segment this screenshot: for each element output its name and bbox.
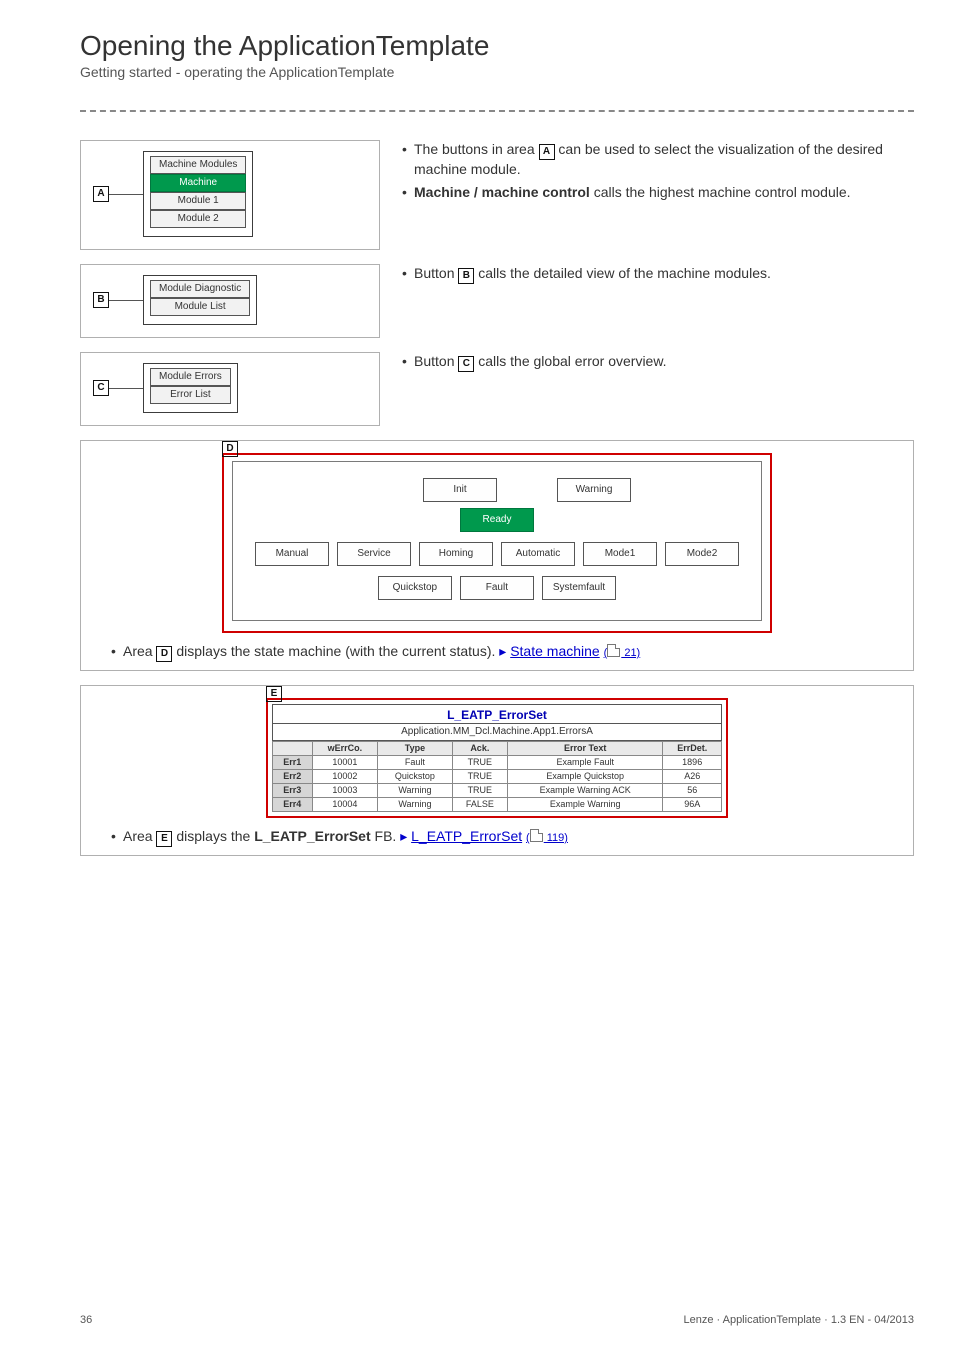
- state-homing[interactable]: Homing: [419, 542, 493, 566]
- state-fault[interactable]: Fault: [460, 576, 534, 600]
- th-errortext: Error Text: [508, 742, 663, 756]
- bullet-a1: The buttons in area A can be used to sel…: [402, 140, 914, 179]
- divider: [80, 110, 914, 112]
- legend-module-diagnostic: Module Diagnostic: [150, 280, 250, 298]
- th-rowlabel: [273, 742, 313, 756]
- bullet-c: Button C calls the global error overview…: [402, 352, 914, 372]
- th-type: Type: [378, 742, 452, 756]
- th-werrco: wErrCo.: [312, 742, 378, 756]
- table-row: Err310003WarningTRUEExample Warning ACK5…: [273, 784, 722, 798]
- state-mode2[interactable]: Mode2: [665, 542, 739, 566]
- state-systemfault[interactable]: Systemfault: [542, 576, 616, 600]
- page-icon: [607, 644, 620, 657]
- label-d: D: [222, 441, 238, 457]
- bullet-b: Button B calls the detailed view of the …: [402, 264, 914, 284]
- legend-module-errors: Module Errors: [150, 368, 231, 386]
- btn-machine[interactable]: Machine: [150, 174, 246, 192]
- legend-machine-modules: Machine Modules: [150, 156, 246, 174]
- state-automatic[interactable]: Automatic: [501, 542, 575, 566]
- page-subtitle: Getting started - operating the Applicat…: [80, 64, 914, 80]
- state-quickstop[interactable]: Quickstop: [378, 576, 452, 600]
- state-init[interactable]: Init: [423, 478, 497, 502]
- page-icon: [530, 829, 543, 842]
- state-service[interactable]: Service: [337, 542, 411, 566]
- bullet-a2: Machine / machine control calls the high…: [402, 183, 914, 202]
- ref-a-icon: A: [539, 144, 555, 160]
- ref-d-icon: D: [156, 646, 172, 662]
- link-errorset[interactable]: L_EATP_ErrorSet: [411, 828, 522, 844]
- label-e: E: [266, 686, 282, 702]
- pane-state-machine: D Init Warning Ready Manual Service Homi…: [80, 440, 914, 671]
- label-a: A: [93, 186, 109, 202]
- state-warning[interactable]: Warning: [557, 478, 631, 502]
- ref-c-icon: C: [458, 356, 474, 372]
- label-c: C: [93, 380, 109, 396]
- footer-right: Lenze · ApplicationTemplate · 1.3 EN - 0…: [683, 1314, 914, 1326]
- th-errdet: ErrDet.: [663, 742, 722, 756]
- pane-errorset: E L_EATP_ErrorSet Application.MM_Dcl.Mac…: [80, 685, 914, 856]
- th-ack: Ack.: [452, 742, 507, 756]
- pane-machine-modules: A Machine Modules Machine Module 1 Modul…: [80, 140, 380, 250]
- btn-module-list[interactable]: Module List: [150, 298, 250, 316]
- btn-error-list[interactable]: Error List: [150, 386, 231, 404]
- table-row: Err410004WarningFALSEExample Warning96A: [273, 798, 722, 812]
- state-ready[interactable]: Ready: [460, 508, 534, 532]
- link-state-machine[interactable]: State machine: [510, 643, 600, 659]
- btn-module1[interactable]: Module 1: [150, 192, 246, 210]
- table-row: Err210002QuickstopTRUEExample QuickstopA…: [273, 770, 722, 784]
- pane-module-diagnostic: B Module Diagnostic Module List: [80, 264, 380, 338]
- page-title: Opening the ApplicationTemplate: [80, 30, 914, 62]
- table-row: Err110001FaultTRUEExample Fault1896: [273, 756, 722, 770]
- btn-module2[interactable]: Module 2: [150, 210, 246, 228]
- label-b: B: [93, 292, 109, 308]
- errorset-table: wErrCo. Type Ack. Error Text ErrDet. Err…: [272, 741, 722, 812]
- errorset-title: L_EATP_ErrorSet: [273, 705, 721, 723]
- state-mode1[interactable]: Mode1: [583, 542, 657, 566]
- state-manual[interactable]: Manual: [255, 542, 329, 566]
- note-e: Area E displays the L_EATP_ErrorSet FB. …: [111, 828, 901, 847]
- pane-module-errors: C Module Errors Error List: [80, 352, 380, 426]
- errorset-path: Application.MM_Dcl.Machine.App1.ErrorsA: [272, 724, 722, 741]
- ref-b-icon: B: [458, 268, 474, 284]
- page-number: 36: [80, 1314, 92, 1326]
- note-d: Area D displays the state machine (with …: [111, 643, 901, 662]
- ref-e-icon: E: [156, 831, 172, 847]
